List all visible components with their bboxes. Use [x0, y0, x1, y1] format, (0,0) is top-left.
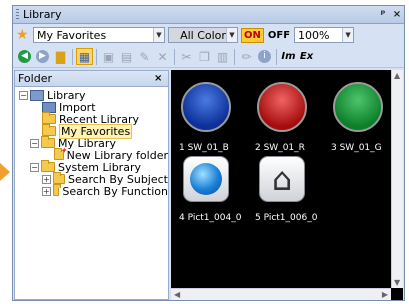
folder-icon: [52, 172, 66, 184]
callout-arrow: [0, 163, 10, 181]
new-folder-icon: [54, 146, 67, 160]
library-content-pane: 1 SW_01_B 2 SW_01_R 3 SW_01_G 4 Pict1_00…: [171, 70, 403, 300]
folder-icon: [42, 112, 56, 124]
item-caption: 4 Pict1_004_0: [179, 213, 242, 223]
delete-icon[interactable]: ✕: [154, 48, 171, 65]
globe-icon: [190, 163, 222, 195]
close-icon[interactable]: ×: [154, 73, 168, 84]
cut-icon[interactable]: ✂: [178, 48, 195, 65]
chevron-down-icon[interactable]: ▼: [153, 28, 164, 42]
expand-icon[interactable]: +: [42, 186, 51, 196]
title-bar: Library ᵖ ×: [13, 6, 404, 24]
view-mode-icon[interactable]: ▦: [76, 48, 93, 65]
toolbar-separator: [276, 48, 277, 65]
toolbar-separator: [174, 48, 175, 65]
tree-item-library[interactable]: − Library: [15, 89, 168, 102]
folder-icon: [42, 124, 56, 136]
export-icon[interactable]: Ex: [298, 48, 315, 65]
forward-icon[interactable]: ▶: [34, 48, 51, 65]
edit-icon[interactable]: ✎: [136, 48, 153, 65]
favorites-select-value: My Favorites: [37, 28, 107, 42]
blue-button-icon: [181, 82, 231, 132]
star-icon: ★: [16, 27, 29, 43]
toolbar-separator: [234, 48, 235, 65]
drag-grip[interactable]: [16, 8, 19, 21]
library-window: Library ᵖ × ★ My Favorites ▼ All Color ▼…: [12, 5, 405, 301]
collapse-icon[interactable]: −: [19, 90, 28, 100]
folder-tree: − Library Import Recent Library My Favor…: [15, 87, 168, 198]
house-icon: ⌂: [271, 160, 293, 198]
globe-tile: [183, 156, 229, 202]
close-icon[interactable]: ×: [390, 9, 404, 20]
action-toolbar: ◀ ▶ ▇ ▦ ▣ ▤ ✎ ✕ ✂ ❐ ▥ ✏ i Im Ex: [13, 46, 404, 68]
color-filter-select[interactable]: All Color ▼: [168, 27, 238, 43]
horizontal-scrollbar[interactable]: ◀ ▶: [171, 288, 391, 300]
scroll-down-icon[interactable]: ▼: [394, 278, 400, 287]
new-folder-icon[interactable]: ▣: [100, 48, 117, 65]
folder-icon: [41, 136, 55, 148]
copy-icon[interactable]: ❐: [196, 48, 213, 65]
red-button-icon: [257, 82, 307, 132]
tree-item-my-library[interactable]: − My Library: [15, 136, 168, 150]
favorites-select[interactable]: My Favorites ▼: [33, 27, 165, 43]
folder-icon: [52, 184, 61, 196]
toolbar-separator: [96, 48, 97, 65]
vertical-scrollbar[interactable]: ▲ ▼: [391, 70, 403, 288]
expand-icon[interactable]: +: [42, 174, 51, 184]
zoom-select[interactable]: 100% ▼: [294, 27, 355, 43]
house-tile: ⌂: [259, 156, 305, 202]
tree-item-label: Search By Function: [62, 184, 168, 198]
back-icon[interactable]: ◀: [16, 48, 33, 65]
folder-pane-title: Folder: [18, 72, 52, 85]
scroll-up-icon[interactable]: ▲: [394, 71, 400, 80]
folder-icon: [41, 160, 55, 172]
folder-pane: Folder × − Library Import Recent Library…: [14, 70, 169, 300]
tree-item-search-by-subject[interactable]: + Search By Subject: [15, 172, 168, 186]
info-icon[interactable]: i: [256, 48, 273, 65]
chevron-down-icon[interactable]: ▼: [226, 28, 237, 42]
scroll-left-icon[interactable]: ◀: [174, 290, 180, 299]
tree-item-new-library-folder[interactable]: New Library folder: [15, 146, 168, 162]
tree-item-system-library[interactable]: − System Library: [15, 160, 168, 174]
paste-icon[interactable]: ▥: [214, 48, 231, 65]
off-toggle-button[interactable]: OFF: [267, 30, 291, 41]
toolbar-separator: [72, 48, 73, 65]
color-filter-value: All Color: [180, 28, 226, 42]
collapse-icon[interactable]: −: [30, 138, 39, 148]
tree-item-import[interactable]: Import: [15, 101, 168, 114]
properties-icon[interactable]: ▤: [118, 48, 135, 65]
item-caption: 1 SW_01_B: [179, 143, 229, 153]
folder-pane-header: Folder ×: [15, 71, 168, 87]
pin-icon[interactable]: ᵖ: [376, 9, 390, 20]
import-icon[interactable]: Im: [280, 48, 297, 65]
window-title: Library: [23, 8, 62, 21]
tree-item-my-favorites[interactable]: My Favorites: [15, 123, 168, 139]
library-icon: [30, 89, 44, 101]
filter-toolbar: ★ My Favorites ▼ All Color ▼ ON OFF 100%…: [13, 25, 404, 45]
item-caption: 5 Pict1_006_0: [255, 213, 318, 223]
tree-item-search-by-function[interactable]: + Search By Function: [15, 184, 168, 198]
pencil-icon[interactable]: ✏: [238, 48, 255, 65]
zoom-value: 100%: [298, 28, 330, 42]
chevron-down-icon[interactable]: ▼: [342, 28, 354, 42]
green-button-icon: [333, 82, 383, 132]
folder-up-icon[interactable]: ▇: [52, 48, 69, 65]
collapse-icon[interactable]: −: [30, 162, 39, 172]
import-icon: [42, 101, 56, 113]
item-caption: 2 SW_01_R: [255, 143, 305, 153]
on-toggle-button[interactable]: ON: [241, 27, 264, 43]
scroll-right-icon[interactable]: ▶: [382, 290, 388, 299]
